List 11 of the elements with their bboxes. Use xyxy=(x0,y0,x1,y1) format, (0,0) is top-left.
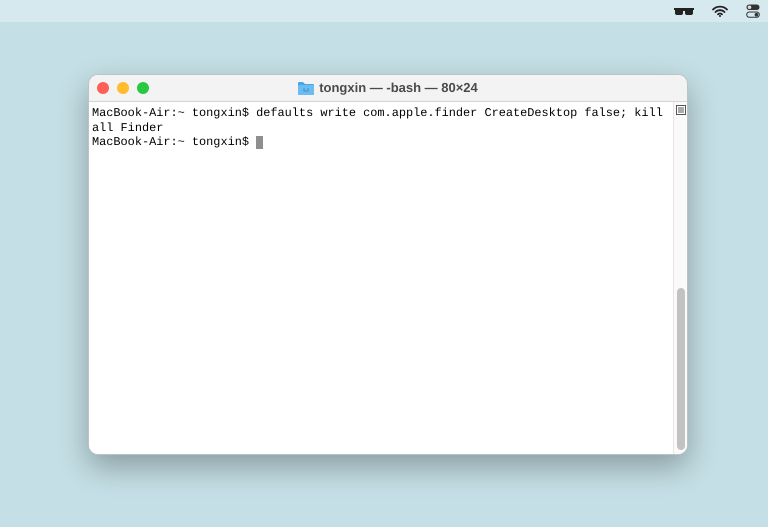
glasses-icon[interactable] xyxy=(674,6,694,16)
terminal-line: all Finder xyxy=(92,120,164,135)
control-center-icon[interactable] xyxy=(746,4,760,18)
window-title: tongxin — -bash — 80×24 xyxy=(319,79,478,98)
terminal-line: MacBook-Air:~ tongxin$ xyxy=(92,135,250,150)
folder-icon xyxy=(298,81,314,95)
close-button[interactable] xyxy=(97,82,109,94)
scroll-thumb[interactable] xyxy=(676,288,684,450)
terminal-line: MacBook-Air:~ tongxin$ defaults write com.apple.finder CreateDesktop false; kill xyxy=(92,106,663,120)
split-pane-icon[interactable] xyxy=(676,105,686,115)
wifi-icon[interactable] xyxy=(712,5,728,17)
